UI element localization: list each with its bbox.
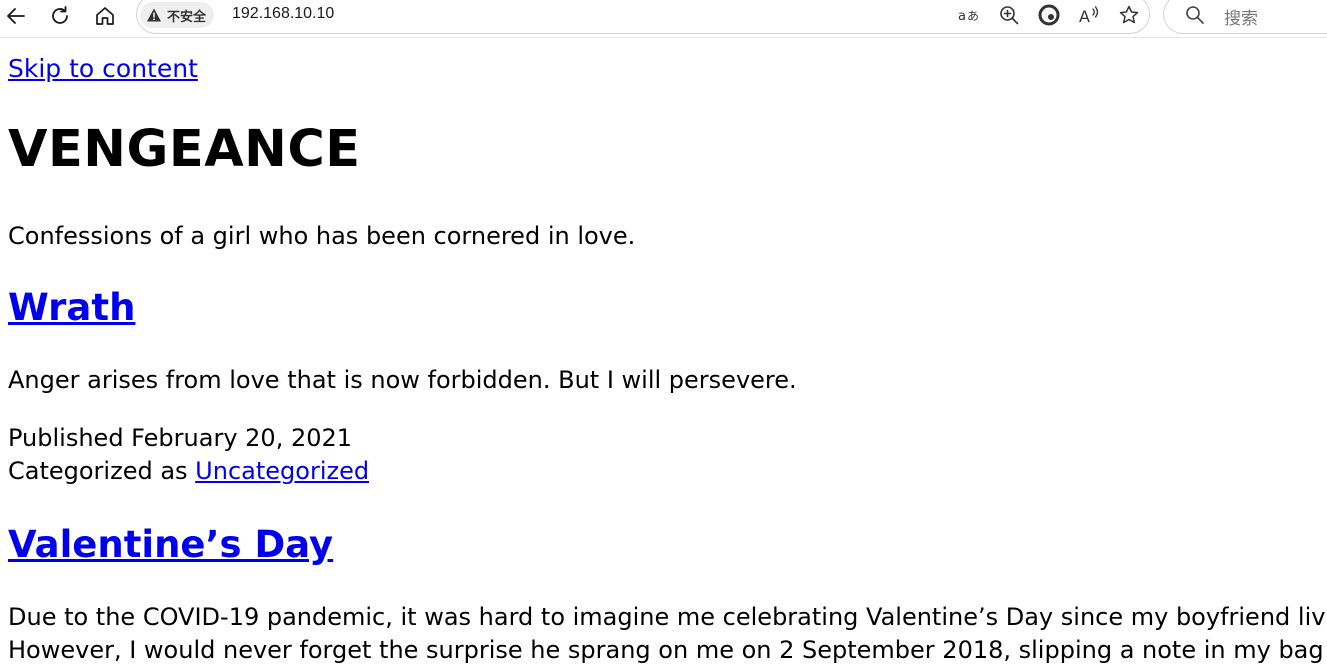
category-prefix: Categorized as <box>8 457 196 485</box>
refresh-button[interactable] <box>45 2 75 30</box>
category-link[interactable]: Uncategorized <box>195 457 369 485</box>
post-title-wrath: Wrath <box>8 286 135 330</box>
svg-text:あ: あ <box>967 9 979 23</box>
search-placeholder[interactable]: 搜索 <box>1224 4 1258 29</box>
url-text[interactable]: 192.168.10.10 <box>232 5 334 23</box>
post-body: Due to the COVID-19 pandemic, it was har… <box>8 601 1327 665</box>
edge-icon <box>1038 4 1060 26</box>
post-title-valentines-day: Valentine’s Day <box>8 523 333 567</box>
translate-button[interactable]: a あ <box>956 3 982 27</box>
translate-icon: a あ <box>958 9 979 24</box>
security-indicator[interactable]: 不安全 <box>140 2 215 28</box>
favorite-icon <box>1119 5 1139 24</box>
browser-toolbar: 不安全 192.168.10.10 a あ A 搜索 <box>0 0 1327 38</box>
read-aloud-icon: A <box>1079 6 1099 26</box>
favorite-button[interactable] <box>1116 3 1142 27</box>
post-title-link[interactable]: Wrath <box>8 286 135 329</box>
post-excerpt: Anger arises from love that is now forbi… <box>8 366 797 394</box>
skip-to-content-link[interactable]: Skip to content <box>8 54 198 84</box>
back-icon <box>7 8 25 24</box>
edge-button[interactable] <box>1036 3 1062 27</box>
zoom-button[interactable] <box>996 3 1022 27</box>
svg-text:a: a <box>958 9 966 24</box>
search-button[interactable] <box>1184 4 1206 26</box>
search-icon <box>1186 6 1204 24</box>
security-label: 不安全 <box>167 9 207 25</box>
post-body-line: Due to the COVID-19 pandemic, it was har… <box>8 603 1326 631</box>
page-content: Skip to content VENGEANCE Confessions of… <box>8 38 1327 665</box>
back-button[interactable] <box>1 2 31 30</box>
post-category-line: Categorized as Uncategorized <box>8 456 369 486</box>
warning-icon <box>147 8 161 22</box>
site-tagline: Confessions of a girl who has been corne… <box>8 222 636 250</box>
post-title-link[interactable]: Valentine’s Day <box>8 523 333 566</box>
site-title: VENGEANCE <box>8 120 361 179</box>
home-button[interactable] <box>90 2 120 30</box>
home-icon <box>96 7 114 25</box>
post-body-line: However, I would never forget the surpri… <box>8 636 1327 664</box>
post-published-date: Published February 20, 2021 <box>8 424 353 452</box>
read-aloud-button[interactable]: A <box>1076 3 1102 27</box>
zoom-icon <box>1000 6 1019 25</box>
svg-text:A: A <box>1079 7 1090 26</box>
refresh-icon <box>52 6 68 24</box>
